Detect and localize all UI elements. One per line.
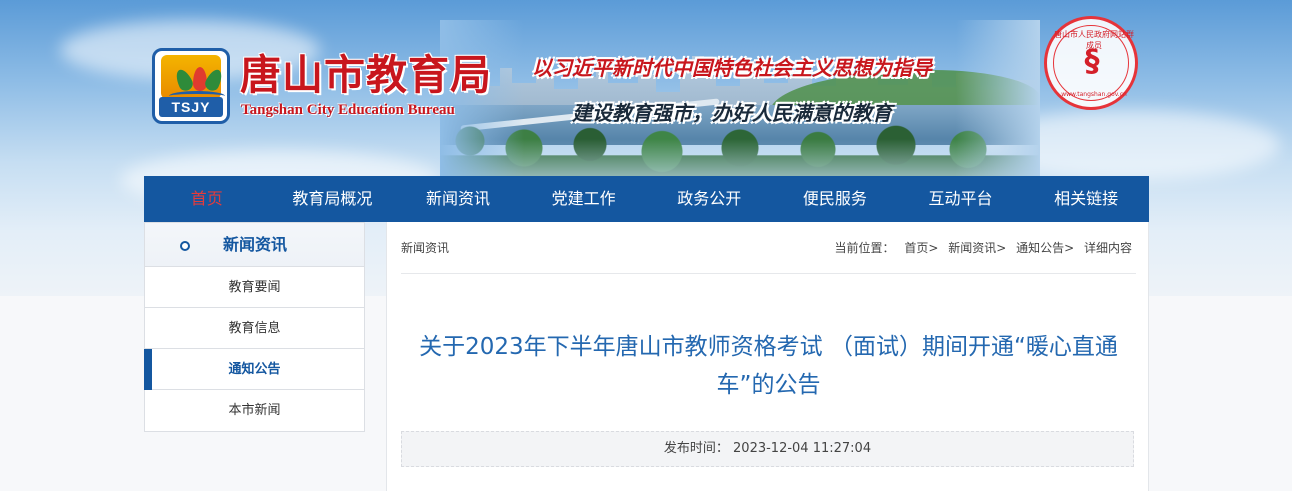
- article-title: 关于2023年下半年唐山市教师资格考试 （面试）期间开通“暖心直通车”的公告: [419, 334, 1118, 398]
- breadcrumb: 当前位置： 首页> 新闻资讯> 通知公告> 详细内容: [828, 222, 1132, 274]
- section-title: 新闻资讯: [401, 241, 450, 255]
- leaf-icon: [203, 67, 225, 93]
- nav-party-work[interactable]: 党建工作: [521, 176, 647, 222]
- publish-info-bar: 发布时间： 2023-12-04 11:27:04: [401, 431, 1134, 467]
- slogan-primary: 以习近平新时代中国特色社会主义思想为指导: [532, 56, 932, 80]
- site-title: 唐山市教育局: [240, 51, 492, 99]
- flame-icon: [193, 67, 207, 91]
- sidebar-item-education-news[interactable]: 教育要闻: [145, 267, 364, 308]
- main-nav: 首页 教育局概况 新闻资讯 党建工作 政务公开 便民服务 互动平台 相关链接: [144, 176, 1149, 222]
- sidebar: 新闻资讯 教育要闻 教育信息 通知公告 本市新闻: [144, 222, 365, 432]
- bureau-logo[interactable]: TSJY: [152, 48, 230, 124]
- breadcrumb-current: 详细内容: [1083, 241, 1132, 255]
- breadcrumb-news[interactable]: 新闻资讯>: [948, 241, 1006, 255]
- breadcrumb-home[interactable]: 首页>: [904, 241, 938, 255]
- breadcrumb-prefix: 当前位置：: [834, 241, 895, 255]
- publish-time: 2023-12-04 11:27:04: [733, 441, 872, 456]
- nav-government-affairs[interactable]: 政务公开: [647, 176, 773, 222]
- breadcrumb-notices[interactable]: 通知公告>: [1016, 241, 1074, 255]
- seal-url: www.tangshan.gov.cn: [1061, 91, 1127, 98]
- sidebar-item-city-news[interactable]: 本市新闻: [145, 390, 364, 431]
- leaf-icon: [173, 67, 195, 93]
- publish-label: 发布时间：: [663, 441, 729, 456]
- main-content: 新闻资讯 当前位置： 首页> 新闻资讯> 通知公告> 详细内容 关于2023年下…: [386, 222, 1149, 491]
- nav-public-services[interactable]: 便民服务: [772, 176, 898, 222]
- nav-bureau-overview[interactable]: 教育局概况: [270, 176, 396, 222]
- site-subtitle: Tangshan City Education Bureau: [241, 102, 455, 118]
- sidebar-header: 新闻资讯: [145, 223, 364, 267]
- sidebar-item-education-info[interactable]: 教育信息: [145, 308, 364, 349]
- logo-text: TSJY: [159, 97, 223, 117]
- nav-home[interactable]: 首页: [144, 176, 270, 222]
- nav-related-links[interactable]: 相关链接: [1023, 176, 1149, 222]
- nav-interaction[interactable]: 互动平台: [898, 176, 1024, 222]
- slogan-secondary: 建设教育强市，办好人民满意的教育: [572, 101, 892, 125]
- sidebar-title: 新闻资讯: [223, 235, 288, 254]
- nav-news[interactable]: 新闻资讯: [395, 176, 521, 222]
- sidebar-item-notices[interactable]: 通知公告: [144, 349, 364, 390]
- red-ribbon-icon: §: [1084, 44, 1100, 79]
- content-header: 新闻资讯 当前位置： 首页> 新闻资讯> 通知公告> 详细内容: [401, 222, 1136, 274]
- government-site-seal[interactable]: 唐山市人民政府网站群成员 § www.tangshan.gov.cn: [1044, 16, 1138, 110]
- circle-bullet-icon: [180, 241, 190, 251]
